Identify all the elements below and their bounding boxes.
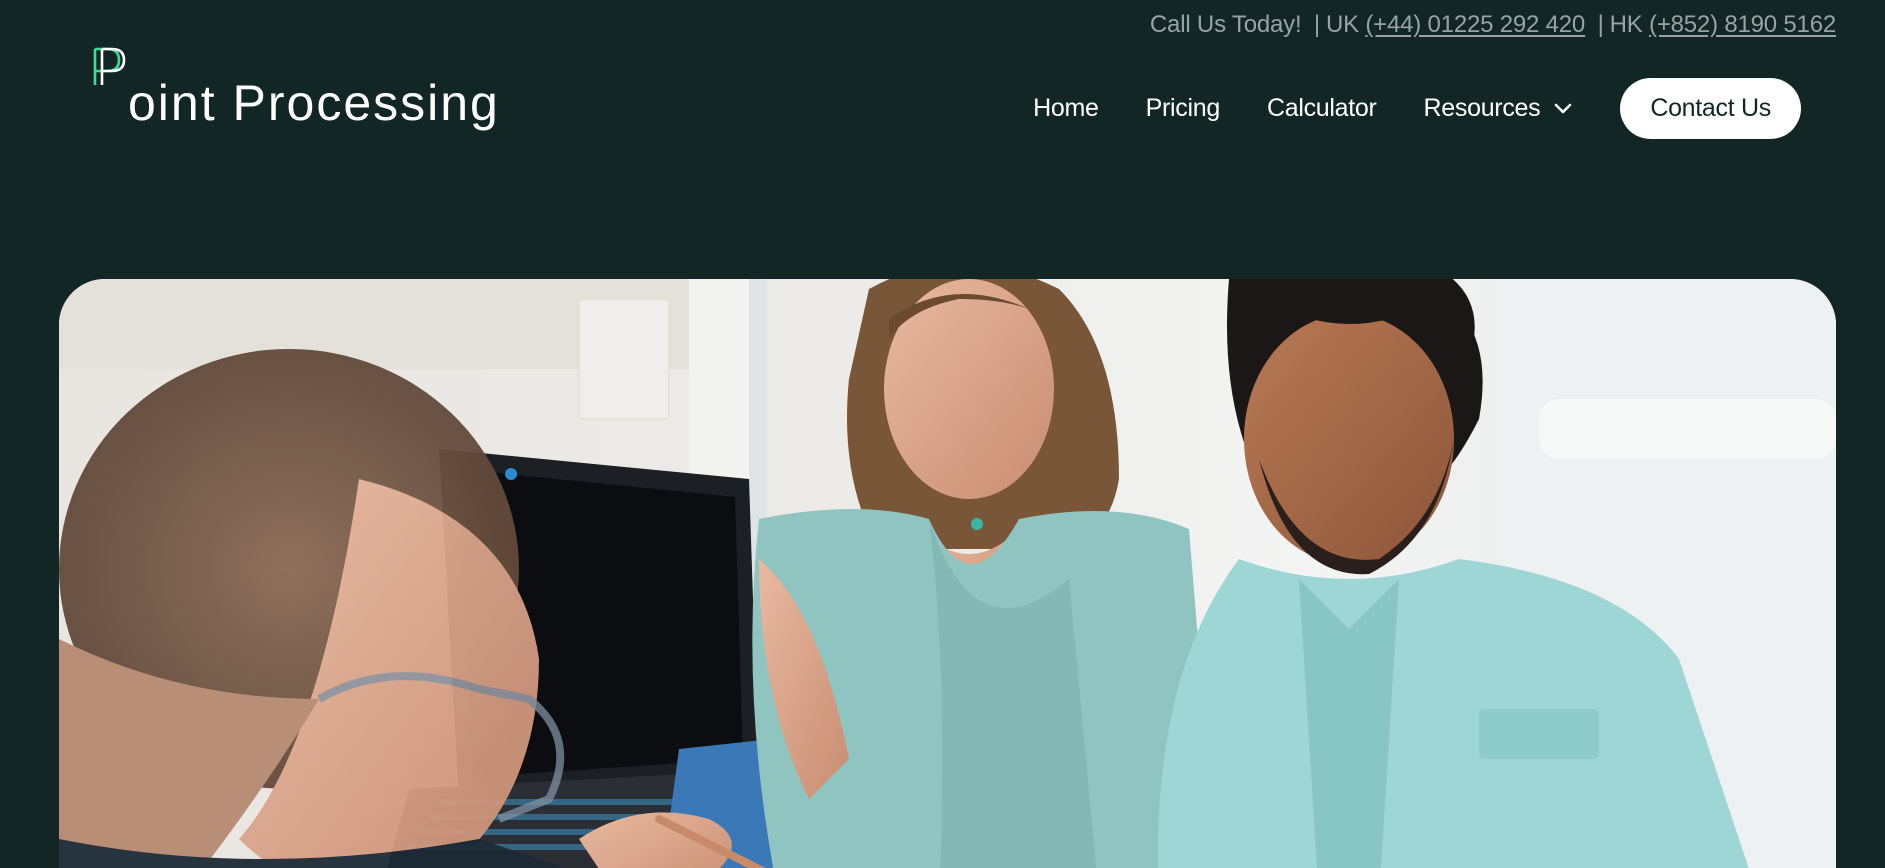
nav-item-resources-label: Resources — [1423, 94, 1541, 122]
nav-item-calculator[interactable]: Calculator — [1267, 94, 1377, 123]
logo-text: oint Processing — [128, 75, 500, 131]
logo[interactable]: oint Processing — [93, 47, 500, 132]
page: Call Us Today! | UK (+44) 01225 292 420 |… — [0, 0, 1885, 868]
nav-item-resources[interactable]: Resources — [1424, 94, 1573, 123]
uk-phone-link[interactable]: (+44) 01225 292 420 — [1365, 11, 1585, 38]
chevron-down-icon — [1555, 103, 1572, 113]
call-label: Call Us Today! — [1149, 11, 1302, 38]
contact-us-button[interactable]: Contact Us — [1620, 78, 1801, 139]
hk-label: HK — [1609, 11, 1643, 38]
uk-label: UK — [1325, 11, 1359, 38]
separator: | — [1597, 11, 1604, 38]
hero-photo — [59, 279, 1836, 868]
separator: | — [1313, 11, 1320, 38]
hk-phone-link[interactable]: (+852) 8190 5162 — [1649, 11, 1836, 38]
hero-image — [59, 279, 1836, 868]
topbar-contact: Call Us Today! | UK (+44) 01225 292 420 |… — [1150, 11, 1836, 39]
logo-mark-icon — [93, 47, 127, 120]
nav-item-home[interactable]: Home — [1033, 94, 1099, 123]
main-nav: Home Pricing Calculator Resources Contac… — [1033, 78, 1801, 139]
nav-item-pricing[interactable]: Pricing — [1146, 94, 1221, 123]
